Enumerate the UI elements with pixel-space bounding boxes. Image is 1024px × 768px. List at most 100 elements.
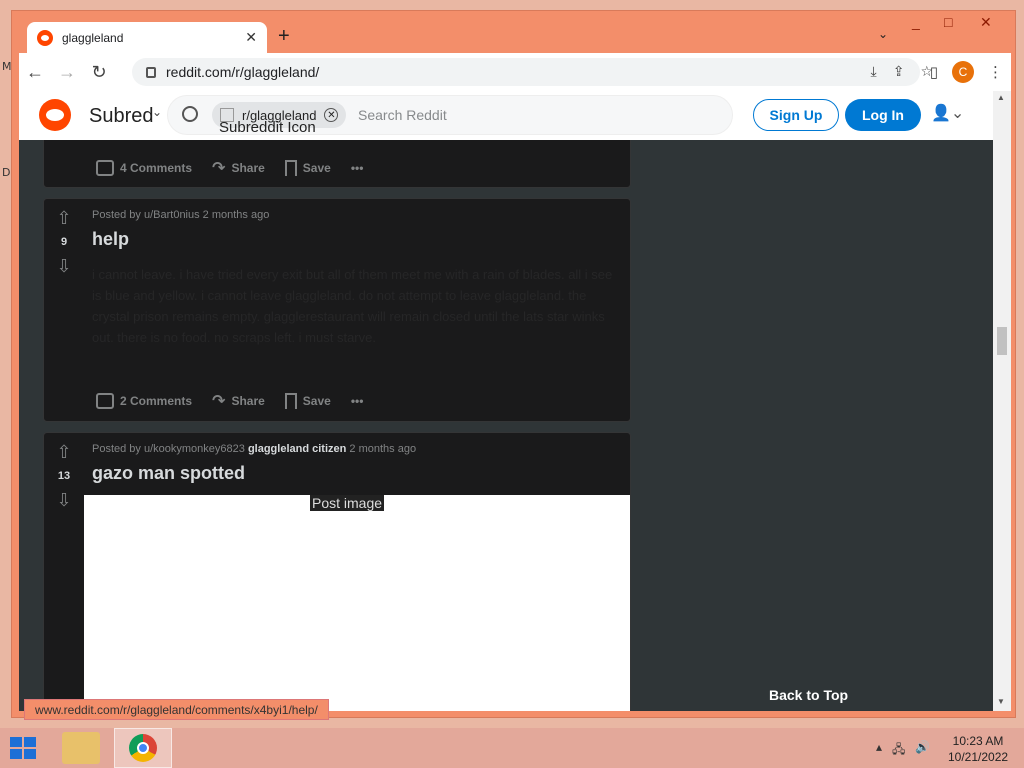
volume-icon[interactable]: 🔊 (915, 740, 930, 761)
toolbar-right: ▯ C ⋮ (930, 61, 1003, 83)
clock-time: 10:23 AM (952, 734, 1004, 748)
subreddit-icon-alt-text: Subreddit Icon (219, 119, 316, 136)
chrome-taskbar-button[interactable] (114, 728, 172, 768)
bookmark-icon (284, 160, 297, 176)
post-card[interactable]: ⇧ 13 ⇩ Posted by u/kookymonkey6823 glagg… (43, 432, 631, 711)
side-panel-icon[interactable]: ▯ (930, 63, 938, 81)
comments-label: 4 Comments (120, 161, 193, 175)
post-author[interactable]: Posted by u/kookymonkey6823 (92, 443, 245, 455)
start-windows-icon[interactable] (10, 737, 36, 759)
profile-avatar[interactable]: C (952, 61, 974, 83)
post-content: Posted by u/kookymonkey6823 glaggleland … (92, 443, 622, 484)
minimize-button[interactable]: _ (912, 14, 920, 30)
subreddit-icon-alt: Subred (89, 105, 154, 127)
system-tray: ▴ 🖧 🔊 (876, 740, 930, 761)
taskbar-clock[interactable]: 10:23 AM 10/21/2022 (948, 733, 1008, 765)
reddit-favicon-icon (37, 29, 53, 46)
post-text: i cannot leave. i have tried every exit … (92, 267, 613, 345)
comment-icon (96, 160, 114, 176)
install-icon[interactable]: ⤓ (871, 63, 877, 80)
sign-up-button[interactable]: Sign Up (753, 99, 839, 131)
browser-window: glaggleland ✕ + ⌄ _ □ ✕ ← → ↻ reddit.com… (11, 10, 1016, 720)
share-label: Share (231, 394, 265, 408)
close-window-button[interactable]: ✕ (980, 14, 992, 31)
chevron-down-icon[interactable]: ⌄ (152, 105, 162, 119)
log-in-button[interactable]: Log In (845, 99, 921, 131)
post-content: Posted by u/Bart0nius 2 months ago help … (92, 209, 622, 348)
status-bar: www.reddit.com/r/glaggleland/comments/x4… (24, 699, 329, 720)
tray-chevron-icon[interactable]: ▴ (876, 740, 882, 761)
share-icon: ↷ (212, 393, 226, 410)
post-age: 2 months ago (349, 443, 417, 455)
tab-search-chevron-icon[interactable]: ⌄ (878, 27, 888, 41)
post-card[interactable]: ⇧ 9 ⇩ Posted by u/Bart0nius 2 months ago… (43, 198, 631, 422)
vote-column: ⇧ 9 ⇩ (44, 207, 84, 277)
comments-label: 2 Comments (120, 394, 193, 408)
reddit-logo-icon[interactable] (39, 99, 71, 131)
comments-button[interactable]: 4 Comments (96, 160, 192, 176)
more-options-icon[interactable]: ••• (351, 394, 364, 408)
tab-strip: glaggleland ✕ + ⌄ _ □ ✕ (12, 11, 1015, 53)
scrollbar-thumb[interactable] (997, 327, 1007, 355)
tab-title: glaggleland (62, 30, 124, 45)
post-title[interactable]: gazo man spotted (92, 463, 622, 484)
downvote-arrow-icon[interactable]: ⇩ (44, 489, 84, 511)
user-menu-icon[interactable]: 👤⌄ (931, 103, 964, 123)
post-actions: 2 Comments ↷ Share Save ••• (96, 391, 363, 411)
post-score: 13 (57, 470, 71, 482)
post-image-alt: Post image (310, 495, 385, 511)
share-label: Share (231, 161, 265, 175)
save-label: Save (302, 394, 331, 408)
share-page-icon[interactable]: ⇪ (893, 63, 905, 80)
search-icon (182, 106, 198, 122)
lock-icon (146, 66, 156, 78)
address-bar-icons: ⤓ ⇪ ☆ (871, 63, 934, 80)
share-icon: ↷ (212, 160, 226, 177)
network-icon[interactable]: 🖧 (892, 740, 905, 761)
maximize-button[interactable]: □ (944, 14, 952, 30)
reddit-header: Subred ⌄ r/glaggleland ✕ Search Reddit S… (19, 91, 999, 140)
upvote-arrow-icon[interactable]: ⇧ (44, 441, 84, 463)
close-tab-icon[interactable]: ✕ (245, 29, 257, 46)
post-title[interactable]: help (92, 229, 622, 250)
address-bar[interactable]: reddit.com/r/glaggleland/ (132, 58, 920, 86)
vote-column: ⇧ 13 ⇩ (44, 441, 84, 511)
bookmark-icon (284, 393, 297, 409)
scroll-up-icon[interactable]: ▲ (997, 93, 1005, 102)
clear-chip-icon[interactable]: ✕ (324, 108, 339, 122)
comment-icon (96, 393, 114, 409)
upvote-arrow-icon[interactable]: ⇧ (44, 207, 84, 229)
clock-date: 10/21/2022 (948, 750, 1009, 764)
downvote-arrow-icon[interactable]: ⇩ (44, 255, 84, 277)
share-button[interactable]: ↷ Share (212, 158, 265, 178)
save-label: Save (302, 161, 331, 175)
comments-button[interactable]: 2 Comments (96, 393, 192, 409)
share-button[interactable]: ↷ Share (212, 391, 265, 411)
file-explorer-icon[interactable] (62, 732, 100, 764)
post-meta: Posted by u/Bart0nius 2 months ago (92, 209, 270, 221)
user-flair: glaggleland citizen (247, 443, 347, 455)
post-actions: 4 Comments ↷ Share Save ••• (96, 158, 363, 178)
scroll-down-icon[interactable]: ▼ (997, 697, 1005, 706)
post-meta: Posted by u/kookymonkey6823 glaggleland … (92, 443, 622, 455)
browser-tab[interactable]: glaggleland ✕ (27, 22, 267, 53)
reload-icon[interactable]: ↻ (83, 62, 115, 83)
chrome-icon (129, 734, 157, 762)
browser-toolbar: ← → ↻ reddit.com/r/glaggleland/ ⤓ ⇪ ☆ ▯ … (19, 53, 1011, 91)
post-score: 9 (60, 236, 68, 248)
post-image[interactable]: Post image (84, 495, 630, 711)
new-tab-button[interactable]: + (278, 25, 290, 48)
desktop-mark: D (2, 166, 11, 179)
more-options-icon[interactable]: ••• (351, 161, 364, 175)
menu-kebab-icon[interactable]: ⋮ (988, 63, 1003, 81)
page-scrollbar[interactable]: ▲ ▼ (993, 91, 1011, 711)
page-viewport: 4 Comments ↷ Share Save ••• ⇧ 9 ⇩ Posted … (19, 91, 999, 711)
back-to-top-button[interactable]: Back to Top (769, 687, 848, 703)
forward-arrow-icon[interactable]: → (51, 62, 83, 83)
search-input[interactable]: Search Reddit (358, 107, 447, 123)
address-url: reddit.com/r/glaggleland/ (166, 64, 320, 80)
back-arrow-icon[interactable]: ← (19, 62, 51, 83)
save-button[interactable]: Save (284, 160, 331, 176)
taskbar: ▴ 🖧 🔊 10:23 AM 10/21/2022 (0, 728, 1024, 768)
save-button[interactable]: Save (284, 393, 331, 409)
